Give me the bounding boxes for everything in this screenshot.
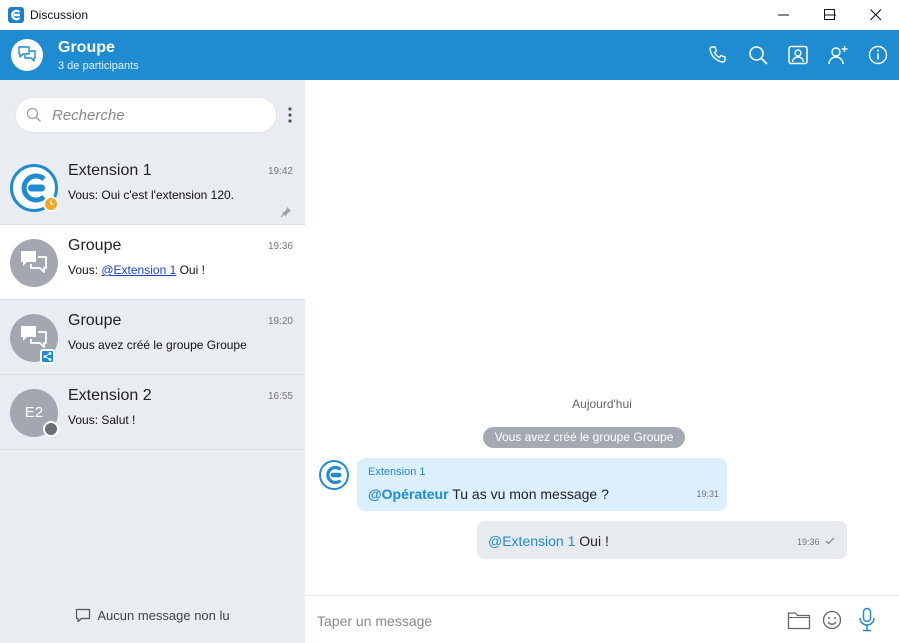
- message-composer: [305, 595, 899, 643]
- search-icon: [26, 107, 41, 122]
- timestamp: 19:20: [267, 316, 293, 327]
- contact-name: Extension 1: [68, 162, 152, 179]
- mention[interactable]: @Extension 1: [488, 533, 575, 549]
- phone-icon[interactable]: [707, 44, 729, 66]
- message-time: 19:31: [696, 489, 719, 499]
- contact-card-icon[interactable]: [787, 44, 809, 66]
- timestamp: 19:36: [267, 241, 293, 252]
- message-preview: Vous: @Extension 1 Oui !: [68, 263, 205, 277]
- window-title: Discussion: [30, 8, 89, 22]
- message-icon: [76, 608, 91, 623]
- close-icon: [870, 9, 882, 21]
- chat-bubbles-icon: [18, 46, 36, 62]
- message-preview: Vous: Oui c'est l'extension 120.: [68, 188, 235, 202]
- chat-pane: Aujourd'hui Vous avez créé le groupe Gro…: [305, 80, 899, 595]
- title-bar: Discussion: [0, 0, 899, 30]
- minimize-icon: [778, 14, 789, 16]
- message-body: Oui !: [575, 533, 609, 549]
- message-text: @Opérateur Tu as vu mon message ?: [368, 486, 609, 502]
- read-check-icon: [825, 537, 835, 545]
- emoji-icon[interactable]: [822, 610, 842, 630]
- conversation-title: Groupe: [58, 39, 115, 56]
- unread-status-text: Aucun message non lu: [97, 608, 230, 623]
- conversation-header: Groupe 3 de participants: [0, 30, 899, 80]
- preview-suffix: Oui !: [176, 263, 205, 277]
- system-message: Vous avez créé le groupe Groupe: [483, 427, 685, 448]
- conversation-sidebar: Extension 1 19:42 Vous: Oui c'est l'exte…: [0, 80, 305, 643]
- close-button[interactable]: [853, 0, 899, 30]
- conversation-item-active[interactable]: Groupe 19:36 Vous: @Extension 1 Oui !: [0, 225, 305, 300]
- share-icon: [43, 352, 52, 361]
- message-preview: Vous: Salut !: [68, 413, 136, 427]
- message-text: @Extension 1 Oui !: [488, 533, 609, 549]
- search-input[interactable]: [52, 104, 262, 126]
- contact-name: Extension 2: [68, 387, 152, 404]
- add-user-icon[interactable]: [827, 44, 849, 66]
- message-input[interactable]: [317, 610, 767, 632]
- maximize-icon: [824, 9, 835, 20]
- conversation-item[interactable]: Groupe 19:20 Vous avez créé le groupe Gr…: [0, 300, 305, 375]
- message-author: Extension 1: [368, 466, 426, 478]
- folder-icon[interactable]: [787, 610, 811, 630]
- info-icon[interactable]: [867, 44, 889, 66]
- search-icon[interactable]: [747, 44, 769, 66]
- message-preview: Vous avez créé le groupe Groupe: [68, 338, 247, 352]
- sender-avatar[interactable]: [319, 460, 349, 490]
- unread-status: Aucun message non lu: [0, 608, 305, 623]
- date-separator: Aujourd'hui: [572, 397, 632, 411]
- incoming-message[interactable]: Extension 1 @Opérateur Tu as vu mon mess…: [357, 458, 727, 511]
- more-options-icon[interactable]: [284, 105, 296, 125]
- outgoing-message[interactable]: @Extension 1 Oui ! 19:36: [477, 521, 847, 559]
- conversation-item[interactable]: E2 Extension 2 16:55 Vous: Salut !: [0, 375, 305, 450]
- timestamp: 19:42: [267, 166, 293, 177]
- contact-name: Groupe: [68, 237, 122, 254]
- share-badge: [40, 349, 55, 364]
- app-logo-icon: [8, 7, 24, 23]
- message-body: Tu as vu mon message ?: [448, 486, 609, 502]
- maximize-button[interactable]: [807, 0, 853, 30]
- microphone-icon[interactable]: [858, 607, 876, 633]
- search-box[interactable]: [15, 97, 277, 133]
- avatar-initials: E2: [24, 404, 44, 421]
- chat-bubbles-icon: [21, 251, 47, 273]
- pin-icon[interactable]: [280, 206, 292, 218]
- minimize-button-2[interactable]: [761, 0, 807, 30]
- message-time-text: 19:36: [796, 537, 820, 547]
- away-status-badge: [43, 196, 59, 212]
- message-time: 19:36: [797, 537, 835, 547]
- timestamp: 16:55: [267, 391, 293, 402]
- mention[interactable]: @Opérateur: [368, 486, 449, 502]
- preview-prefix: Vous:: [68, 263, 102, 277]
- avatar: [10, 239, 58, 287]
- group-avatar[interactable]: [11, 39, 43, 71]
- company-logo-icon: [326, 465, 342, 485]
- clock-icon: [50, 200, 54, 205]
- mention-link[interactable]: @Extension 1: [101, 263, 176, 277]
- conversation-item[interactable]: Extension 1 19:42 Vous: Oui c'est l'exte…: [0, 150, 305, 225]
- offline-status-badge: [43, 421, 59, 437]
- participants-count: 3 de participants: [58, 60, 139, 72]
- contact-name: Groupe: [68, 312, 122, 329]
